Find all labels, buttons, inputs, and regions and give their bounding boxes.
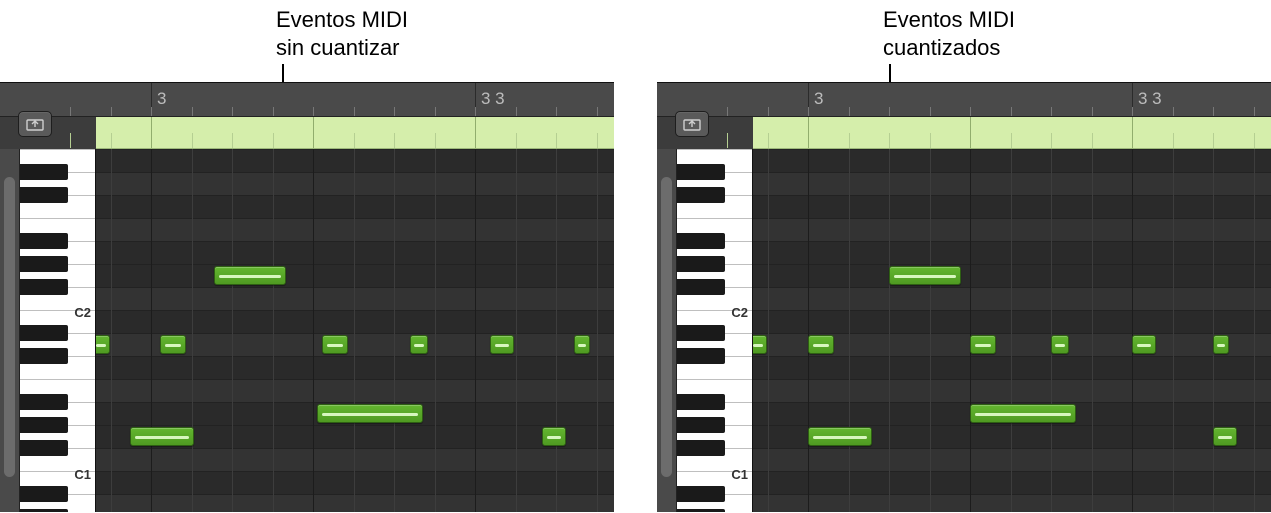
ruler-bar-label: 3 3 (1138, 89, 1162, 109)
time-ruler[interactable]: 3 3 3 (0, 83, 614, 117)
midi-note[interactable] (1132, 335, 1156, 354)
midi-note[interactable] (214, 266, 286, 285)
time-ruler[interactable]: 3 3 3 (657, 83, 1271, 117)
midi-note[interactable] (1213, 427, 1237, 446)
midi-note[interactable] (1213, 335, 1229, 354)
catch-playhead-icon (683, 117, 701, 131)
piano-keyboard[interactable]: C2 C1 (677, 149, 753, 512)
midi-note[interactable] (322, 335, 348, 354)
midi-note[interactable] (970, 404, 1076, 423)
midi-note[interactable] (542, 427, 566, 446)
callout-left-label: Eventos MIDI sin cuantizar (276, 6, 408, 61)
midi-note[interactable] (96, 335, 110, 354)
scrollbar-thumb[interactable] (661, 177, 672, 477)
ruler-ticks: 3 3 3 (96, 83, 614, 116)
midi-note[interactable] (490, 335, 514, 354)
key-label-c2: C2 (677, 301, 752, 324)
midi-note[interactable] (130, 427, 194, 446)
scrollbar-thumb[interactable] (4, 177, 15, 477)
midi-note[interactable] (753, 335, 767, 354)
midi-note[interactable] (889, 266, 961, 285)
midi-note[interactable] (1051, 335, 1069, 354)
midi-note[interactable] (808, 427, 872, 446)
midi-note[interactable] (410, 335, 428, 354)
callout-right-label: Eventos MIDI cuantizados (883, 6, 1015, 61)
ruler-bar-label: 3 3 (481, 89, 505, 109)
note-grid[interactable] (96, 149, 614, 512)
region-header[interactable] (753, 117, 1271, 149)
note-grid[interactable] (753, 149, 1271, 512)
piano-roll-right: 3 3 3 C2 C1 (657, 82, 1271, 512)
region-header[interactable] (96, 117, 614, 149)
ruler-bar-label: 3 (814, 89, 823, 109)
midi-note[interactable] (317, 404, 423, 423)
key-label-c1: C1 (20, 463, 95, 486)
ruler-bar-label: 3 (157, 89, 166, 109)
vertical-scrollbar[interactable] (0, 149, 20, 512)
key-label-c2: C2 (20, 301, 95, 324)
vertical-scrollbar[interactable] (657, 149, 677, 512)
catch-playhead-icon (26, 117, 44, 131)
midi-note[interactable] (970, 335, 996, 354)
piano-keyboard[interactable]: C2 C1 (20, 149, 96, 512)
midi-note[interactable] (574, 335, 590, 354)
ruler-ticks: 3 3 3 (753, 83, 1271, 116)
catch-playhead-button[interactable] (18, 111, 52, 137)
catch-playhead-button[interactable] (675, 111, 709, 137)
midi-note[interactable] (160, 335, 186, 354)
key-label-c1: C1 (677, 463, 752, 486)
piano-roll-left: 3 3 3 C2 C1 (0, 82, 614, 512)
midi-note[interactable] (808, 335, 834, 354)
